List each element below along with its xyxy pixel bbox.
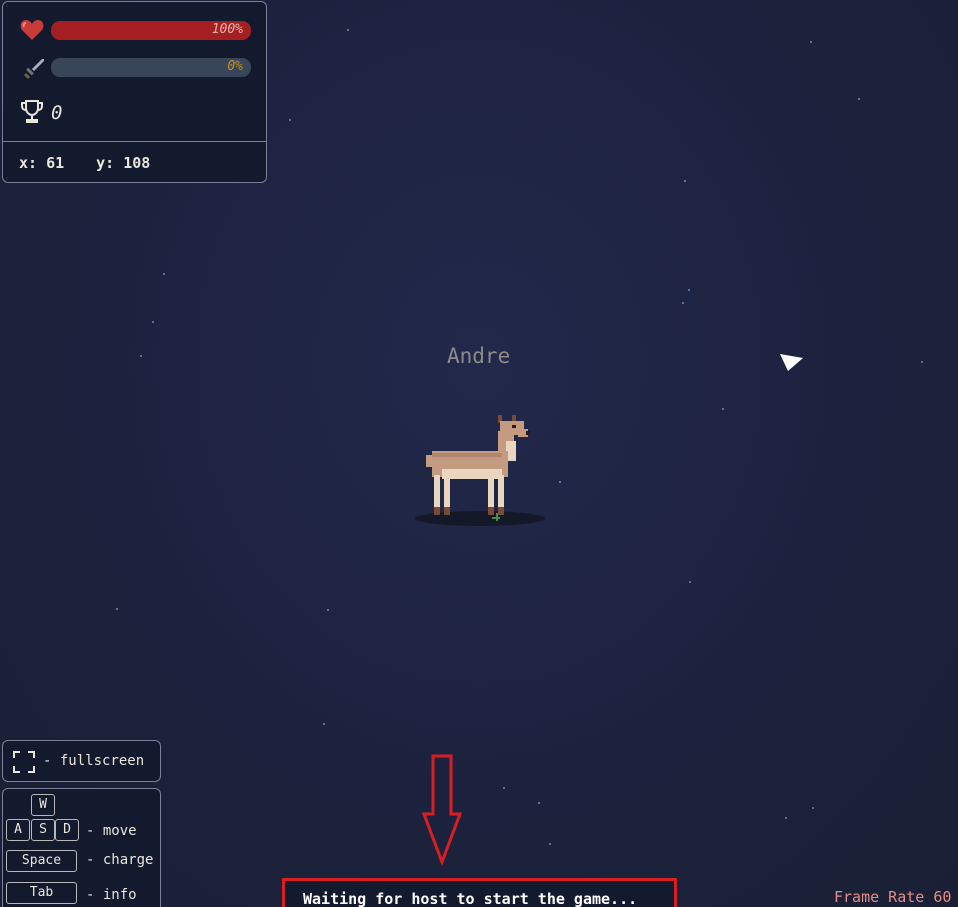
stats-panel: 100% 0% 0 x: 61 y: 108 [2,1,267,183]
charge-bar: 0% [51,58,251,77]
key-a[interactable]: A [6,819,30,841]
fullscreen-icon [13,751,35,777]
move-label: - move [86,823,137,839]
arrow-down-icon [421,754,463,870]
stats-divider [3,141,266,142]
star [682,302,684,304]
deer-sprite [422,413,532,527]
star [140,355,142,357]
waiting-banner: Waiting for host to start the game... [282,878,677,907]
star [921,361,923,363]
info-label: - info [86,887,137,903]
heart-icon [20,19,44,45]
trophy-icon [20,99,44,129]
star [538,802,540,804]
star [289,119,291,121]
star [689,581,691,583]
fullscreen-label: - fullscreen [43,753,145,769]
frame-rate: Frame Rate 60 [834,888,952,906]
star [812,807,814,809]
charge-percent: 0% [227,59,243,74]
coord-x: x: 61 [19,154,65,172]
sword-icon [21,57,45,85]
coordinates: x: 61 y: 108 [19,154,150,172]
key-d[interactable]: D [55,819,79,841]
star [549,843,551,845]
star [323,723,325,725]
key-controls: W A S D - move Space - charge Tab - info [2,788,161,907]
fullscreen-control[interactable]: - fullscreen [2,740,161,782]
health-bar: 100% [51,21,251,40]
star [559,481,561,483]
key-w[interactable]: W [31,794,55,816]
waiting-message: Waiting for host to start the game... [303,890,638,907]
key-s[interactable]: S [31,819,55,841]
star [116,608,118,610]
star [722,408,724,410]
star [152,321,154,323]
star [347,29,349,31]
star [503,787,505,789]
key-tab[interactable]: Tab [6,882,77,904]
star [163,273,165,275]
star [810,41,812,43]
star [684,180,686,182]
pointer-icon [779,353,805,377]
star [858,98,860,100]
star [688,289,690,291]
game-canvas[interactable]: 100% 0% 0 x: 61 y: 108 Andre - fullscree… [0,0,958,907]
star [327,609,329,611]
score-value: 0 [51,102,63,124]
key-space[interactable]: Space [6,850,77,872]
player-name: Andre [447,344,511,368]
charge-label: - charge [86,852,154,868]
star [785,817,787,819]
coord-y: y: 108 [96,154,151,172]
health-percent: 100% [211,22,243,37]
